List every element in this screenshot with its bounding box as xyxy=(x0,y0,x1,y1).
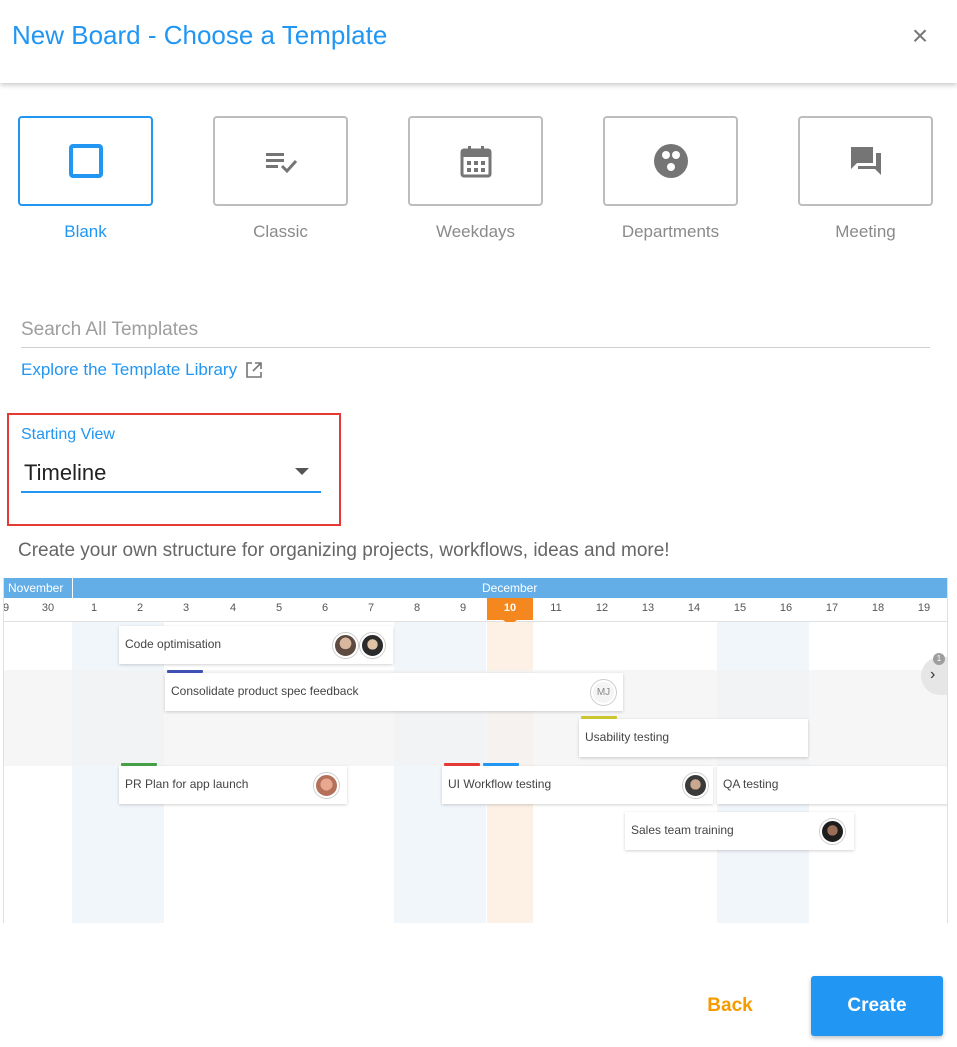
day-label: 4 xyxy=(229,602,237,614)
external-link-icon xyxy=(246,362,262,378)
template-label-blank: Blank xyxy=(64,222,107,241)
create-button[interactable]: Create xyxy=(811,976,943,1036)
close-icon[interactable]: × xyxy=(905,22,935,52)
avatar xyxy=(820,819,845,844)
dialog-title: New Board - Choose a Template xyxy=(12,20,388,50)
timeline-item-consolidate-feedback[interactable]: Consolidate product spec feedback MJ xyxy=(165,670,623,711)
explore-link-label: Explore the Template Library xyxy=(21,360,238,379)
label-stripe xyxy=(483,763,519,766)
label-stripe xyxy=(581,716,617,719)
day-label: 1 xyxy=(90,602,98,614)
starting-view-value: Timeline xyxy=(24,460,107,485)
timeline-item-label: UI Workflow testing xyxy=(448,777,552,791)
avatar xyxy=(360,633,385,658)
timeline-item-label: Usability testing xyxy=(585,730,670,744)
timeline-item-code-optimisation[interactable]: Code optimisation xyxy=(119,626,393,664)
template-blank[interactable] xyxy=(18,116,153,206)
dropdown-caret-icon xyxy=(295,468,309,475)
day-label: 14 xyxy=(687,602,701,614)
day-label: 7 xyxy=(367,602,375,614)
timeline-item-qa-testing[interactable]: QA testing xyxy=(717,766,947,804)
avatar xyxy=(683,773,708,798)
template-departments[interactable] xyxy=(603,116,738,206)
template-classic[interactable] xyxy=(213,116,348,206)
day-label: 15 xyxy=(733,602,747,614)
template-label-classic: Classic xyxy=(253,222,308,241)
timeline-item-ui-workflow-testing[interactable]: UI Workflow testing xyxy=(442,763,713,804)
month-bar xyxy=(4,578,947,598)
day-label: 2 xyxy=(136,602,144,614)
day-label: 3 xyxy=(182,602,190,614)
template-meeting[interactable] xyxy=(798,116,933,206)
template-description: Create your own structure for organizing… xyxy=(18,540,670,561)
timeline-item-pr-plan[interactable]: PR Plan for app launch xyxy=(119,763,347,804)
day-label: 9 xyxy=(459,602,467,614)
day-label: 8 xyxy=(413,602,421,614)
starting-view-select[interactable]: Timeline xyxy=(21,452,321,493)
day-label-today: 10 xyxy=(503,602,517,614)
back-button[interactable]: Back xyxy=(690,990,770,1022)
day-label: 13 xyxy=(641,602,655,614)
chat-bubbles-icon xyxy=(850,147,881,175)
avatar xyxy=(314,773,339,798)
template-label-departments: Departments xyxy=(621,222,720,241)
month-label-december: December xyxy=(482,581,538,595)
avatar xyxy=(333,633,358,658)
day-label: 12 xyxy=(595,602,609,614)
label-stripe xyxy=(167,670,203,673)
template-label-weekdays: Weekdays xyxy=(435,222,516,241)
timeline-item-sales-team-training[interactable]: Sales team training xyxy=(625,812,854,850)
day-label: 18 xyxy=(871,602,885,614)
timeline-item-label: Code optimisation xyxy=(125,637,222,651)
scroll-badge: 1 xyxy=(933,653,945,665)
month-divider xyxy=(72,578,73,598)
timeline-item-label: Sales team training xyxy=(631,823,734,837)
day-label: 30 xyxy=(41,602,55,614)
template-weekdays[interactable] xyxy=(408,116,543,206)
timeline-item-label: QA testing xyxy=(723,777,779,791)
timeline-preview: November December 9 30 1 2 3 4 5 6 7 8 9… xyxy=(3,578,948,923)
explore-template-library-link[interactable]: Explore the Template Library xyxy=(21,360,263,380)
day-label: 16 xyxy=(779,602,793,614)
day-label: 19 xyxy=(917,602,931,614)
chevron-right-icon: › xyxy=(930,666,936,683)
day-label: 5 xyxy=(275,602,283,614)
day-label: 11 xyxy=(550,602,562,614)
label-stripe xyxy=(444,763,480,766)
list-check-icon xyxy=(265,153,297,174)
timeline-item-label: PR Plan for app launch xyxy=(125,777,249,791)
label-stripe xyxy=(121,763,157,766)
blank-square-icon xyxy=(68,144,103,178)
day-label: 17 xyxy=(825,602,839,614)
timeline-item-usability-testing[interactable]: Usability testing xyxy=(579,716,808,757)
day-label: 6 xyxy=(321,602,329,614)
calendar-icon xyxy=(460,146,491,178)
dialog-header: New Board - Choose a Template × xyxy=(0,0,957,83)
template-label-meeting: Meeting xyxy=(835,222,896,241)
starting-view-label: Starting View xyxy=(21,426,115,443)
search-templates-input[interactable] xyxy=(21,312,930,348)
departments-icon xyxy=(653,144,688,178)
timeline-item-label: Consolidate product spec feedback xyxy=(171,684,359,698)
avatar-initials: MJ xyxy=(591,680,616,705)
month-label-november: November xyxy=(8,581,64,595)
